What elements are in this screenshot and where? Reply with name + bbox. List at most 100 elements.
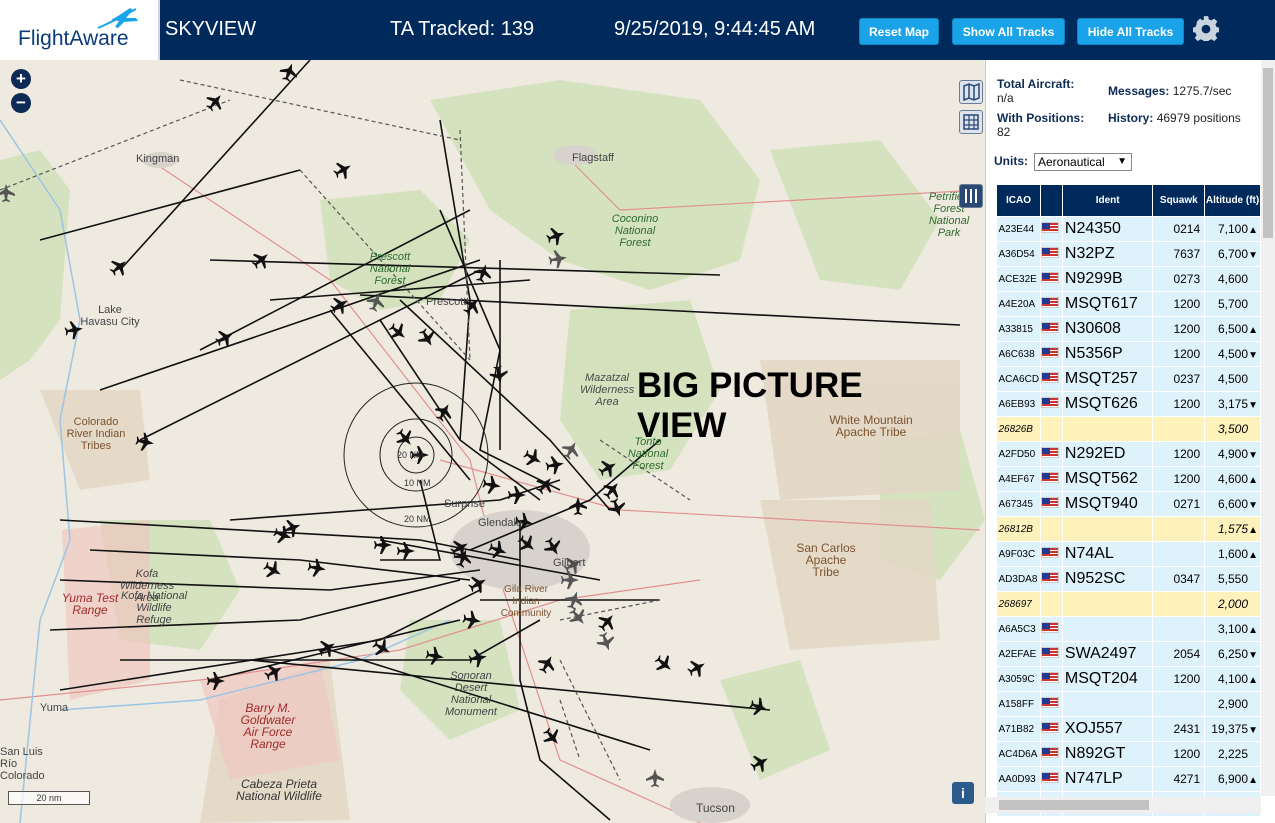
place-lake-havasu: Lake Havasu City — [80, 304, 140, 328]
altitude-value: 4,500 — [1217, 372, 1248, 386]
table-row[interactable]: A67345 MSQT940 0271 6,600▼ — [996, 491, 1261, 517]
table-row[interactable]: A71B82 XOJ557 2431 19,375▼ — [996, 716, 1261, 742]
table-row[interactable]: A158FF 2,900 — [996, 691, 1261, 717]
cell-ident: N747LP — [1062, 766, 1154, 792]
table-row[interactable]: 26812B 1,575▲ — [996, 516, 1261, 542]
cell-icao: AD3DA8 — [996, 566, 1041, 592]
cell-squawk: 2054 — [1152, 641, 1206, 667]
table-row[interactable]: A4EF67 MSQT562 1200 4,600▲ — [996, 466, 1261, 492]
overlay-line-1: BIG PICTURE — [637, 366, 863, 405]
col-squawk[interactable]: Squawk — [1152, 184, 1206, 217]
us-flag-icon — [1040, 672, 1059, 683]
reset-map-button[interactable]: Reset Map — [859, 18, 939, 45]
table-row[interactable]: AA0D93 N747LP 4271 6,900▲ — [996, 766, 1261, 792]
ring-label-10nm: 10 NM — [404, 478, 431, 488]
gear-icon[interactable] — [1193, 15, 1219, 41]
cell-flag — [1040, 316, 1063, 342]
label-coconino: Coconino National Forest — [611, 213, 659, 249]
table-row[interactable]: A2FD50 N292ED 1200 4,900▼ — [996, 441, 1261, 467]
cell-flag — [1040, 216, 1063, 242]
cell-squawk: 0271 — [1152, 491, 1206, 517]
units-select[interactable]: Aeronautical ▼ — [1034, 153, 1132, 171]
col-icao[interactable]: ICAO — [996, 184, 1041, 217]
table-row[interactable]: A36D54 N32PZ 7637 6,700▼ — [996, 241, 1261, 267]
flightaware-logo[interactable]: FlightAware — [0, 0, 160, 60]
cell-altitude: 1,575▲ — [1204, 516, 1261, 542]
col-ident[interactable]: Ident — [1061, 184, 1154, 217]
cell-icao: A67345 — [996, 491, 1041, 517]
altitude-trend-icon: ▼ — [1248, 350, 1258, 361]
place-prescott: Prescott — [426, 296, 467, 308]
info-button[interactable]: i — [952, 782, 974, 804]
place-san-luis: San Luis Río Colorado — [0, 746, 45, 782]
cell-altitude: 2,225 — [1204, 741, 1261, 767]
scroll-thumb-h[interactable] — [999, 800, 1149, 810]
table-row[interactable]: AD3DA8 N952SC 0347 5,550 — [996, 566, 1261, 592]
cell-flag — [1040, 266, 1063, 292]
cell-flag — [1040, 466, 1063, 492]
cell-flag — [1040, 366, 1063, 392]
us-flag-icon — [1040, 397, 1059, 408]
table-row[interactable]: A3059C MSQT204 1200 4,100▲ — [996, 666, 1261, 692]
scroll-thumb[interactable] — [1263, 68, 1273, 238]
table-row[interactable]: A33815 N30608 1200 6,500▲ — [996, 316, 1261, 342]
us-flag-icon — [1040, 372, 1059, 383]
place-surprise: Surprise — [444, 498, 485, 510]
place-tucson: Tucson — [696, 801, 735, 815]
units-label: Units: — [994, 154, 1028, 168]
table-row[interactable]: ACA6CD MSQT257 0237 4,500 — [996, 366, 1261, 392]
cell-flag — [1040, 591, 1063, 617]
us-flag-icon — [1040, 497, 1059, 508]
table-row[interactable]: 26826B 3,500 — [996, 416, 1261, 442]
cell-ident — [1062, 691, 1154, 717]
cell-icao: A9F03C — [996, 541, 1041, 567]
cell-icao: AC4D6A — [996, 741, 1041, 767]
us-flag-icon — [1040, 272, 1059, 283]
altitude-value: 3,175 — [1217, 397, 1248, 411]
col-flag[interactable] — [1039, 184, 1063, 217]
cell-squawk — [1152, 591, 1206, 617]
cell-ident: MSQT204 — [1062, 666, 1154, 692]
cell-icao: A158FF — [996, 691, 1041, 717]
table-row[interactable]: A2EFAE SWA2497 2054 6,250▼ — [996, 641, 1261, 667]
cell-icao: A36D54 — [996, 241, 1041, 267]
cell-squawk: 4271 — [1152, 766, 1206, 792]
cell-ident: N9299B — [1062, 266, 1154, 292]
altitude-value: 4,900 — [1217, 447, 1248, 461]
table-row[interactable]: A4E20A MSQT617 1200 5,700 — [996, 291, 1261, 317]
cell-flag — [1040, 616, 1063, 642]
cell-altitude: 6,500▲ — [1204, 316, 1261, 342]
label-colorado-river-tribes: Colorado River Indian Tribes — [66, 416, 126, 452]
altitude-value: 1,600 — [1217, 547, 1248, 561]
horizontal-scrollbar[interactable] — [985, 797, 1261, 813]
table-row[interactable]: A6C638 N5356P 1200 4,500▼ — [996, 341, 1261, 367]
table-row[interactable]: AC4D6A N892GT 1200 2,225 — [996, 741, 1261, 767]
map-view-icon[interactable] — [959, 80, 983, 104]
table-row[interactable]: 268697 2,000 — [996, 591, 1261, 617]
vertical-scrollbar[interactable] — [1261, 60, 1275, 796]
place-kingman: Kingman — [136, 153, 180, 165]
table-row[interactable]: A23E44 N24350 0214 7,100▲ — [996, 216, 1261, 242]
table-row[interactable]: A9F03C N74AL 1,600▲ — [996, 541, 1261, 567]
history-value: 46979 positions — [1156, 111, 1241, 125]
cell-squawk: 1200 — [1152, 441, 1206, 467]
cell-ident: SWA2497 — [1062, 641, 1154, 667]
table-row[interactable]: A6EB93 MSQT626 1200 3,175▼ — [996, 391, 1261, 417]
cell-squawk — [1152, 541, 1206, 567]
cell-ident — [1062, 591, 1154, 617]
show-all-tracks-button[interactable]: Show All Tracks — [952, 18, 1065, 45]
table-row[interactable]: A6A5C3 3,100▲ — [996, 616, 1261, 642]
altitude-trend-icon: ▲ — [1248, 225, 1258, 236]
table-view-icon[interactable] — [959, 110, 983, 134]
zoom-out-button[interactable]: − — [11, 93, 31, 113]
map-canvas[interactable]: + − Kingman Flagstaff Lake Havasu City P… — [0, 60, 985, 823]
col-altitude[interactable]: Altitude (ft) — [1204, 184, 1261, 217]
altitude-value: 6,500 — [1217, 322, 1248, 336]
columns-icon[interactable] — [959, 184, 983, 208]
cell-icao: A6EB93 — [996, 391, 1041, 417]
table-row[interactable]: ACE32E N9299B 0273 4,600 — [996, 266, 1261, 292]
us-flag-icon — [1040, 222, 1059, 233]
cell-altitude: 6,600▼ — [1204, 491, 1261, 517]
zoom-in-button[interactable]: + — [11, 69, 31, 89]
hide-all-tracks-button[interactable]: Hide All Tracks — [1077, 18, 1184, 45]
